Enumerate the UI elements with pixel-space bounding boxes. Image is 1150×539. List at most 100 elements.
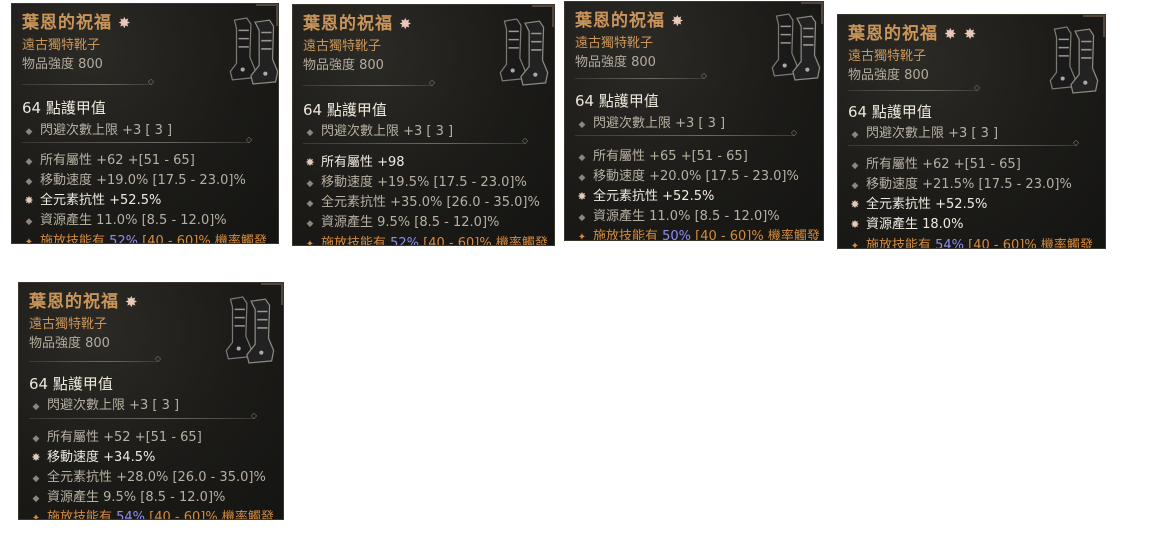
affix-bullet-icon: ◆ — [578, 213, 586, 223]
aspect-suffix: [40 - 60]% 機率觸發 — [145, 510, 274, 520]
item-title: 葉恩的祝福 ✸ — [29, 292, 139, 312]
affix-bullet-icon: ◆ — [32, 402, 40, 412]
legendary-aspect-icon: ✦ — [305, 239, 315, 246]
affix-line: ✸ 全元素抗性 +52.5% — [575, 185, 714, 204]
affix-bullet-icon: ◆ — [32, 474, 40, 484]
rarity-star-icon: ✸ — [399, 15, 413, 33]
item-title: 葉恩的祝福 ✸ ✸ — [848, 24, 978, 44]
implicit-text: 閃避次數上限 +3 [ 3 ] — [47, 398, 180, 413]
divider — [303, 78, 435, 87]
legendary-aspect: ✦ 施放技能有 54% [40 - 60]% 機率觸發 — [29, 506, 274, 520]
affix-bullet-icon: ◆ — [306, 128, 314, 138]
affix-bullet-icon: ◆ — [851, 181, 859, 191]
affix-text: 所有屬性 +62 +[51 - 65] — [40, 153, 195, 168]
affix-text: 資源產生 18.0% — [866, 217, 964, 232]
affix-bullet-icon: ◆ — [306, 179, 314, 189]
affix-bullet-icon: ◆ — [851, 161, 859, 171]
aspect-suffix: [40 - 60]% 機率觸發 — [419, 236, 548, 246]
affix-bullet-icon: ◆ — [578, 153, 586, 163]
affix-bullet-icon: ◆ — [32, 494, 40, 504]
legendary-aspect: ✦ 施放技能有 52% [40 - 60]% 機率觸發 — [22, 230, 267, 244]
item-power: 物品強度 800 — [22, 57, 103, 72]
affix-line: ◆ 移動速度 +21.5% [17.5 - 23.0]% — [848, 173, 1072, 192]
item-type: 遠古獨特靴子 — [303, 39, 382, 54]
affix-line: ◆ 資源產生 9.5% [8.5 - 12.0]% — [303, 211, 500, 230]
legendary-aspect: ✦ 施放技能有 50% [40 - 60]% 機率觸發 — [575, 225, 820, 241]
item-tooltip-card[interactable]: 葉恩的祝福✸ 遠古獨特靴子 物品強度 800 64 點護甲值 ◆ 閃避次數上限 +… — [292, 4, 555, 246]
aspect-roll-value: 52% — [109, 234, 139, 244]
aspect-roll-value: 54% — [935, 238, 965, 249]
aspect-roll-value: 52% — [390, 236, 420, 246]
item-title: 葉恩的祝福 ✸ — [575, 11, 685, 31]
item-tooltip-card[interactable]: 葉恩的祝福✸ 遠古獨特靴子 物品強度 800 64 點護甲值 ◆ 閃避次數上限 +… — [18, 282, 284, 520]
aspect-suffix: [40 - 60]% 機率觸發 — [964, 238, 1093, 249]
affix-text: 移動速度 +20.0% [17.5 - 23.0]% — [593, 169, 799, 184]
divider — [29, 411, 257, 420]
affix-bullet-icon: ◆ — [306, 199, 314, 209]
affix-text: 移動速度 +19.0% [17.5 - 23.0]% — [40, 173, 246, 188]
legendary-aspect-icon: ✦ — [24, 237, 34, 244]
aspect-prefix: 施放技能有 — [40, 234, 110, 244]
affix-line: ◆ 移動速度 +20.0% [17.5 - 23.0]% — [575, 165, 799, 184]
armor-value: 64 點護甲值 — [29, 375, 113, 393]
implicit-affix: ◆ 閃避次數上限 +3 [ 3 ] — [575, 112, 726, 131]
affix-text: 所有屬性 +62 +[51 - 65] — [866, 157, 1021, 172]
legendary-aspect: ✦ 施放技能有 52% [40 - 60]% 機率觸發 — [303, 232, 548, 246]
divider — [303, 136, 528, 145]
affix-text: 全元素抗性 +35.0% [26.0 - 35.0]% — [321, 195, 540, 210]
legendary-aspect-icon: ✦ — [850, 241, 860, 249]
boots-icon — [771, 13, 821, 81]
item-tooltip-card[interactable]: 葉恩的祝福✸ ✸ 遠古獨特靴子 物品強度 800 64 點護甲值 ◆ 閃避次數上限… — [837, 14, 1106, 249]
aspect-prefix: 施放技能有 — [593, 229, 663, 241]
divider — [848, 138, 1079, 147]
rarity-star-icon: ✸ — [671, 12, 685, 30]
divider — [848, 83, 980, 92]
greater-affix-icon: ✸ — [31, 451, 41, 464]
affix-text: 所有屬性 +98 — [321, 155, 405, 170]
greater-affix-icon: ✸ — [850, 218, 860, 231]
implicit-affix: ◆ 閃避次數上限 +3 [ 3 ] — [303, 120, 454, 139]
aspect-suffix: [40 - 60]% 機率觸發 — [691, 229, 820, 241]
boots-icon — [229, 17, 278, 85]
affix-line: ✸ 全元素抗性 +52.5% — [22, 189, 161, 208]
affix-bullet-icon: ◆ — [578, 120, 586, 130]
rarity-star-icon: ✸ ✸ — [944, 25, 978, 43]
item-power: 物品強度 800 — [303, 58, 384, 73]
divider — [22, 135, 252, 144]
affix-text: 所有屬性 +65 +[51 - 65] — [593, 149, 748, 164]
implicit-affix: ◆ 閃避次數上限 +3 [ 3 ] — [29, 394, 180, 413]
armor-value: 64 點護甲值 — [848, 103, 932, 121]
item-power: 物品強度 800 — [29, 336, 110, 351]
boots-icon — [499, 18, 549, 86]
item-tooltip-card[interactable]: 葉恩的祝福✸ 遠古獨特靴子 物品強度 800 64 點護甲值 ◆ 閃避次數上限 +… — [11, 3, 279, 244]
affix-text: 全元素抗性 +52.5% — [866, 197, 988, 212]
implicit-affix: ◆ 閃避次數上限 +3 [ 3 ] — [22, 119, 173, 138]
affix-line: ✸ 所有屬性 +98 — [303, 151, 405, 170]
rarity-star-icon: ✸ — [118, 14, 132, 32]
item-type: 遠古獨特靴子 — [848, 49, 927, 64]
item-title: 葉恩的祝福 ✸ — [22, 13, 132, 33]
affix-bullet-icon: ◆ — [32, 434, 40, 444]
item-tooltip-card[interactable]: 葉恩的祝福✸ 遠古獨特靴子 物品強度 800 64 點護甲值 ◆ 閃避次數上限 +… — [564, 1, 824, 241]
rarity-star-icon: ✸ — [125, 293, 139, 311]
aspect-roll-value: 50% — [662, 229, 692, 241]
affix-text: 移動速度 +19.5% [17.5 - 23.0]% — [321, 175, 527, 190]
affix-text: 全元素抗性 +28.0% [26.0 - 35.0]% — [47, 470, 266, 485]
affix-text: 資源產生 9.5% [8.5 - 12.0]% — [321, 215, 500, 230]
affix-bullet-icon: ◆ — [25, 177, 33, 187]
affix-bullet-icon: ◆ — [25, 217, 33, 227]
aspect-roll-value: 54% — [116, 510, 146, 520]
affix-line: ◆ 所有屬性 +65 +[51 - 65] — [575, 145, 748, 164]
item-type: 遠古獨特靴子 — [575, 36, 654, 51]
affix-text: 資源產生 9.5% [8.5 - 12.0]% — [47, 490, 226, 505]
implicit-affix: ◆ 閃避次數上限 +3 [ 3 ] — [848, 122, 999, 141]
affix-line: ◆ 移動速度 +19.5% [17.5 - 23.0]% — [303, 171, 527, 190]
legendary-aspect-icon: ✦ — [577, 232, 587, 241]
implicit-text: 閃避次數上限 +3 [ 3 ] — [321, 124, 454, 139]
armor-value: 64 點護甲值 — [303, 101, 387, 119]
affix-line: ◆ 全元素抗性 +35.0% [26.0 - 35.0]% — [303, 191, 540, 210]
item-type: 遠古獨特靴子 — [29, 317, 108, 332]
affix-text: 資源產生 11.0% [8.5 - 12.0]% — [40, 213, 227, 228]
divider — [29, 354, 161, 363]
greater-affix-icon: ✸ — [577, 190, 587, 203]
